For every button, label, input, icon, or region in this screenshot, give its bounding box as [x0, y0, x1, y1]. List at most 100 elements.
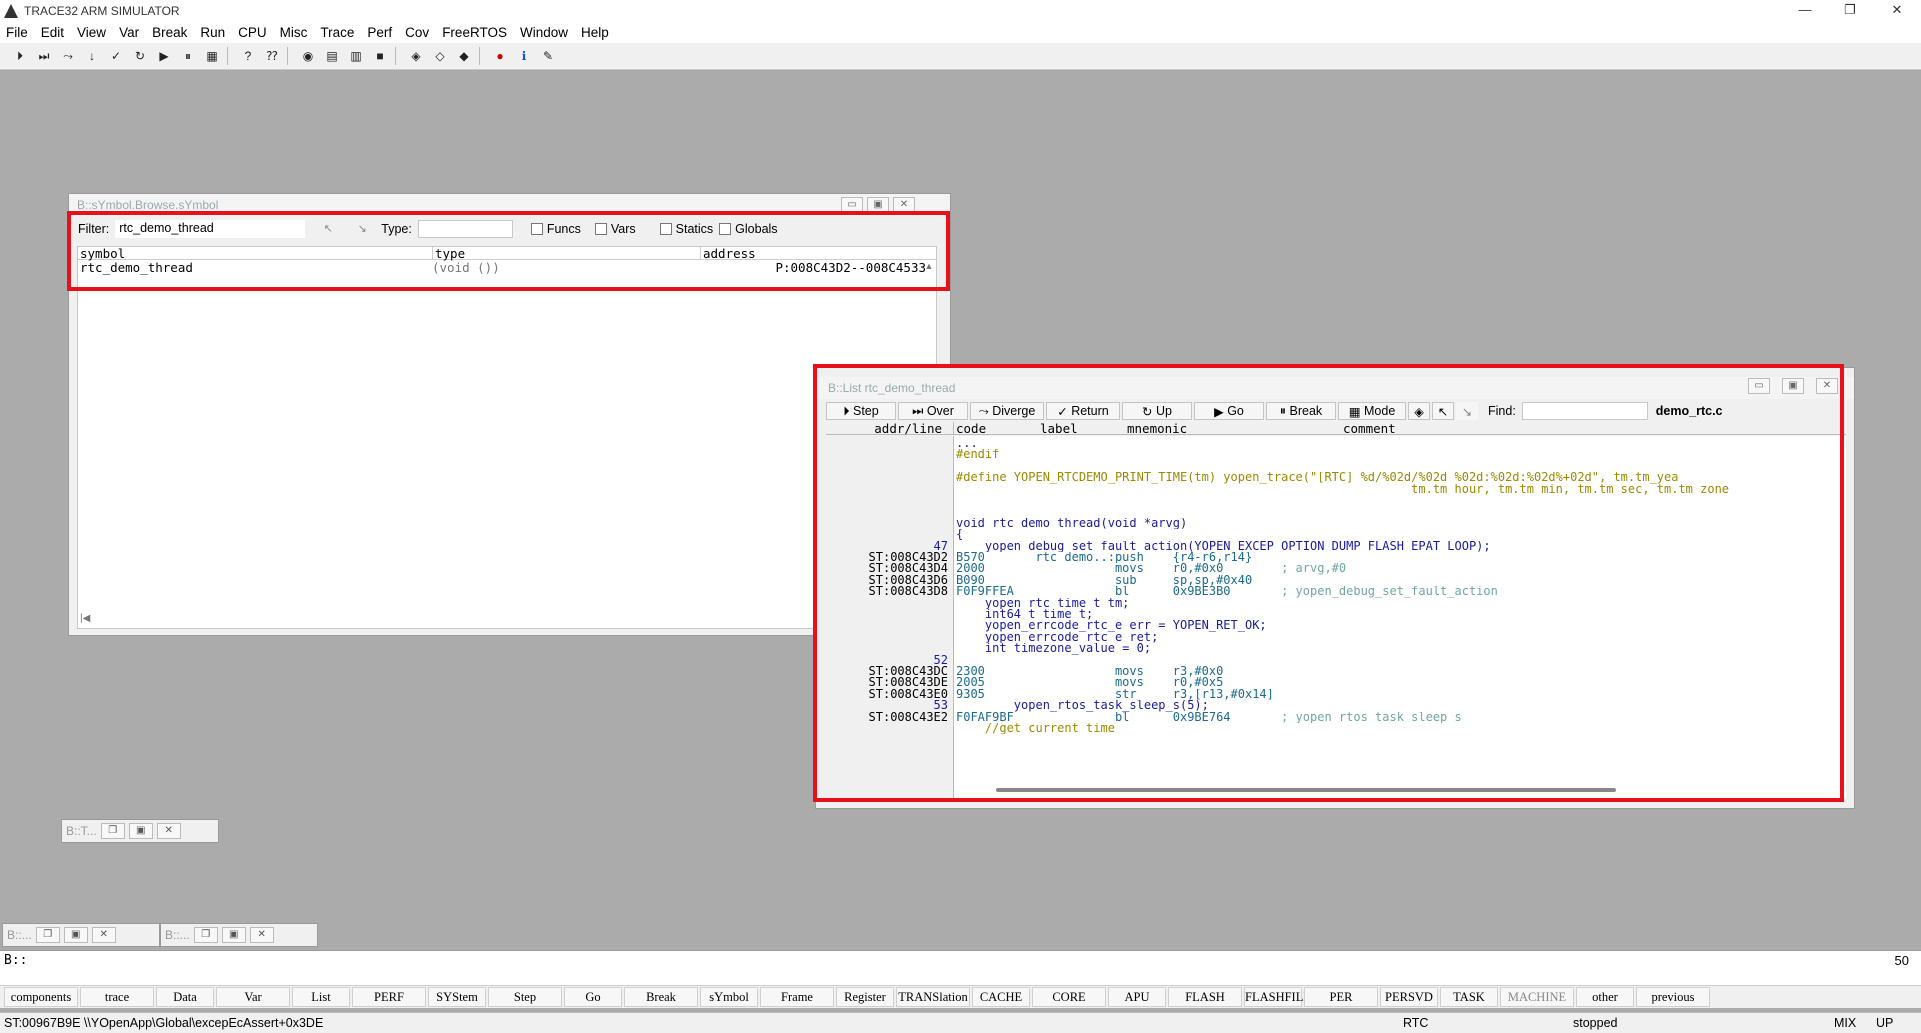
list-line[interactable]: void rtc_demo_thread(void *arvg) [826, 518, 1846, 529]
window-minimize-icon[interactable]: ▭ [841, 197, 863, 213]
scroll-left-icon[interactable]: |◀ [80, 613, 90, 624]
menu-misc[interactable]: Misc [280, 25, 308, 40]
list-line[interactable]: ST:008C43D4 2000 movs r0,#0x0 ; arvg,#0 [826, 562, 1846, 574]
list-line[interactable]: int timezone_value = 0; [826, 643, 1846, 654]
go-button[interactable]: ▶ Go [1194, 402, 1264, 420]
softkey-break[interactable]: Break [624, 987, 698, 1007]
minimized-window[interactable]: B::... ❐ ▣ ✕ [2, 923, 160, 947]
window-close-icon[interactable]: ✕ [1816, 378, 1838, 394]
softkey-symbol[interactable]: sYmbol [700, 987, 758, 1007]
back-icon[interactable]: ↖ [1432, 402, 1454, 420]
menu-run[interactable]: Run [200, 25, 225, 40]
close-icon[interactable]: ✕ [91, 927, 116, 943]
frame-icon[interactable]: ◆ [452, 45, 476, 67]
mode-button[interactable]: ▦ Mode [1338, 402, 1406, 420]
menu-cov[interactable]: Cov [405, 25, 429, 40]
softkey-apu[interactable]: APU [1108, 987, 1166, 1007]
maximize-icon[interactable]: ▣ [128, 823, 153, 839]
break-icon[interactable]: ⏸ [176, 45, 200, 67]
col-code[interactable]: code [953, 422, 986, 435]
maximize-icon[interactable]: ▣ [221, 927, 246, 943]
menu-help[interactable]: Help [581, 25, 609, 40]
minimized-window[interactable]: B::T... ❐ ▣ ✕ [61, 819, 219, 843]
softkey-register[interactable]: Register [836, 987, 894, 1007]
up-button[interactable]: ↻ Up [1122, 402, 1192, 420]
source-icon[interactable]: ◈ [1408, 402, 1430, 420]
softkey-cache[interactable]: CACHE [972, 987, 1030, 1007]
restore-icon[interactable]: ❐ [193, 927, 218, 943]
softkey-persvd[interactable]: PERSVD [1380, 987, 1438, 1007]
list-line[interactable]: ST:008C43D8 F0F9FFEA bl 0x9BE3B0 ; yopen_… [826, 585, 1846, 597]
col-symbol[interactable]: symbol [80, 247, 125, 260]
help-icon[interactable]: ? [236, 45, 260, 67]
list-line[interactable]: yopen_errcode_rtc_e ret; [826, 632, 1846, 643]
col-label[interactable]: label [1040, 422, 1078, 435]
memory-icon[interactable]: ▥ [344, 45, 368, 67]
statics-checkbox[interactable]: Statics [659, 222, 713, 236]
softkey-flash[interactable]: FLASH [1168, 987, 1242, 1007]
list-line[interactable]: ST:008C43D2 B570 rtc_demo..:push {r4-r6,r… [826, 551, 1846, 563]
list-line[interactable]: ST:008C43DE 2005 movs r0,#0x5 [826, 676, 1846, 688]
diverge-button[interactable]: ⤳ Diverge [970, 402, 1044, 420]
filter-back-icon[interactable]: ↖ [317, 220, 339, 238]
softkey-trace[interactable]: trace [80, 987, 154, 1007]
globals-checkbox[interactable]: Globals [719, 222, 778, 236]
menu-perf[interactable]: Perf [367, 25, 392, 40]
softkey-other[interactable]: other [1576, 987, 1634, 1007]
window-close-icon[interactable]: ✕ [893, 197, 915, 213]
col-address[interactable]: address [700, 247, 756, 260]
menu-file[interactable]: File [6, 25, 28, 40]
mode-icon[interactable]: ▦ [200, 45, 224, 67]
list-line[interactable] [826, 461, 1846, 472]
list-icon[interactable]: ▤ [320, 45, 344, 67]
list-line[interactable]: { [826, 529, 1846, 540]
menu-window[interactable]: Window [520, 25, 568, 40]
list-line[interactable]: ST:008C43E0 9305 str r3,[r13,#0x14] [826, 688, 1846, 700]
softkey-data[interactable]: Data [156, 987, 214, 1007]
window-maximize-icon[interactable]: ▣ [1782, 378, 1804, 394]
watch-icon[interactable]: ◇ [428, 45, 452, 67]
minimized-window[interactable]: B::... ❐ ▣ ✕ [160, 923, 318, 947]
close-icon[interactable]: ✕ [156, 823, 181, 839]
list-line[interactable]: ... [826, 438, 1846, 449]
var-icon[interactable]: ◈ [404, 45, 428, 67]
list-line[interactable]: 47 yopen_debug_set_fault_action(YOPEN_EX… [826, 539, 1846, 552]
softkey-system[interactable]: SYStem [428, 987, 486, 1007]
context-help-icon[interactable]: ⁇ [260, 45, 284, 67]
step-icon[interactable]: ⏵ [8, 45, 32, 67]
softkey-flashfile[interactable]: FLASHFILE [1244, 987, 1311, 1007]
list-line[interactable]: yopen_errcode_rtc_e err = YOPEN_RET_OK; [826, 620, 1846, 631]
go-icon[interactable]: ▶ [152, 45, 176, 67]
list-line[interactable]: ST:008C43DC 2300 movs r3,#0x0 [826, 665, 1846, 677]
over-button[interactable]: ⏭ Over [898, 402, 968, 420]
softkey-list[interactable]: List [292, 987, 350, 1007]
list-line[interactable]: tm.tm_hour, tm.tm_min, tm.tm_sec, tm.tm_… [826, 484, 1846, 495]
list-code-area[interactable]: ... #endif #define YOPEN_RTCDEMO_PRINT_TIM… [826, 436, 1846, 798]
list-line[interactable]: int64_t time_t; [826, 609, 1846, 620]
list-line[interactable] [826, 506, 1846, 517]
return-icon[interactable]: ↓ [80, 45, 104, 67]
softkey-frame[interactable]: Frame [760, 987, 834, 1007]
softkey-translation[interactable]: TRANSlation [896, 987, 970, 1007]
funcs-checkbox[interactable]: Funcs [530, 222, 581, 236]
list-line[interactable]: ST:008C43D6 B090 sub sp,sp,#0x40 [826, 574, 1846, 586]
command-line[interactable]: B:: 50 [0, 950, 1921, 970]
close-button[interactable]: ✕ [1877, 0, 1917, 22]
window-minimize-icon[interactable]: ▭ [1748, 378, 1770, 394]
minimize-button[interactable]: — [1785, 0, 1825, 22]
find-input[interactable] [1521, 402, 1648, 420]
filter-input[interactable]: rtc_demo_thread [115, 220, 306, 238]
list-line[interactable] [826, 495, 1846, 506]
horizontal-scrollbar[interactable] [996, 788, 1616, 792]
return-button[interactable]: ✓ Return [1046, 402, 1120, 420]
wrench-icon[interactable]: ✎ [536, 45, 560, 67]
close-icon[interactable]: ✕ [249, 927, 274, 943]
menu-trace[interactable]: Trace [320, 25, 354, 40]
step-over-icon[interactable]: ⏭ [32, 45, 56, 67]
col-comment[interactable]: comment [1343, 422, 1396, 435]
list-line[interactable]: #define YOPEN_RTCDEMO_PRINT_TIME(tm) yop… [826, 472, 1846, 483]
info-icon[interactable]: ℹ [512, 45, 536, 67]
step-button[interactable]: ⏵ Step [826, 402, 896, 420]
maximize-icon[interactable]: ▣ [63, 927, 88, 943]
list-line[interactable]: #endif [826, 449, 1846, 460]
